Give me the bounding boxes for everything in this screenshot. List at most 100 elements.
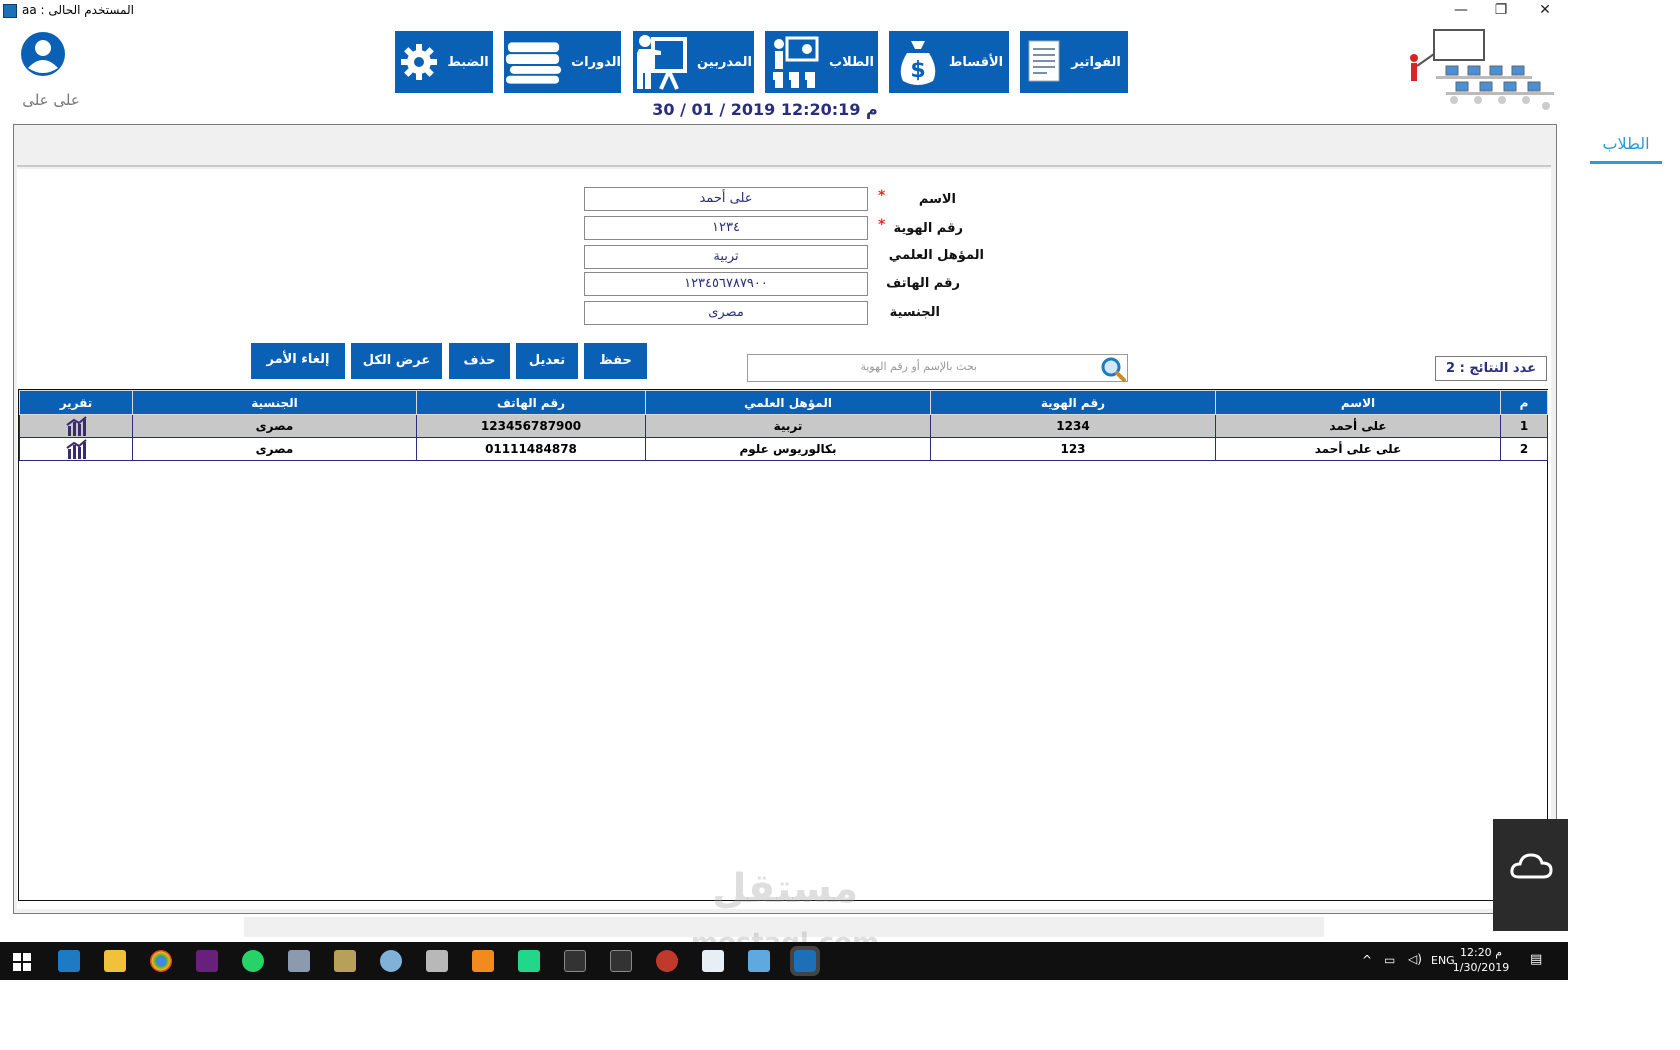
id-number-label: رقم الهوية [893, 221, 963, 236]
notes-icon[interactable] [748, 950, 770, 972]
volume-icon[interactable]: ◁) [1408, 952, 1422, 966]
windows-start-icon[interactable] [13, 953, 31, 971]
user-avatar-icon[interactable] [19, 30, 67, 78]
visual-studio-icon[interactable] [196, 950, 218, 972]
nav-trainers-label: المدربين [697, 54, 752, 70]
nav-students-label: الطلاب [829, 54, 874, 70]
name-cell: على على أحمد [1215, 437, 1501, 461]
show-all-button[interactable]: عرض الكل [351, 343, 442, 379]
phone-label: رقم الهاتف [886, 276, 960, 291]
col-nationality[interactable]: الجنسية [132, 390, 417, 415]
phone-field[interactable]: ١٢٣٤٥٦٧٨٧٩٠٠ [584, 272, 868, 296]
nav-installments-label: الأقساط [948, 54, 1004, 70]
phone-cell: 01111484878 [416, 437, 646, 461]
phone-cell: 123456787900 [416, 414, 646, 438]
col-phone[interactable]: رقم الهاتف [416, 390, 646, 415]
id-number-required-mark: * [878, 217, 886, 233]
nav-students-button[interactable]: الطلاب [765, 31, 878, 93]
tab-students[interactable]: الطلاب [1590, 134, 1662, 164]
paint-icon[interactable] [380, 950, 402, 972]
col-id-number[interactable]: رقم الهوية [930, 390, 1216, 415]
books-stack-icon [505, 42, 562, 84]
id-number-cell: 123 [930, 437, 1216, 461]
edge-icon[interactable] [58, 950, 80, 972]
name-field[interactable]: على أحمد [584, 187, 868, 211]
maximize-button[interactable]: ❐ [1478, 0, 1524, 22]
file-explorer-icon[interactable] [104, 950, 126, 972]
notifications-icon[interactable]: ▤ [1530, 952, 1542, 967]
report-chart-icon[interactable] [65, 439, 87, 459]
classroom-illustration [1406, 28, 1558, 118]
search-icon[interactable] [1099, 356, 1127, 382]
nav-invoices-label: الفواتير [1071, 54, 1121, 70]
name-cell: على أحمد [1215, 414, 1501, 438]
whatsapp-icon[interactable] [242, 950, 264, 972]
number-cell: 1 [1500, 414, 1548, 438]
network-tray-icon[interactable]: ▭ [1384, 953, 1395, 967]
svg-text:$: $ [910, 58, 925, 83]
table-row[interactable]: مصرى 01111484878 بكالوريوس علوم 123 على … [19, 437, 1548, 461]
report-chart-icon[interactable] [65, 416, 87, 436]
students-grid: تقرير الجنسية رقم الهاتف المؤهل العلمي ر… [18, 389, 1548, 901]
grid-header-row: تقرير الجنسية رقم الهاتف المؤهل العلمي ر… [19, 390, 1548, 415]
table-row[interactable]: مصرى 123456787900 تربية 1234 على أحمد 1 [19, 414, 1548, 438]
search-input[interactable]: بحث بالإسم أو رقم الهوية [747, 354, 1128, 382]
terminal-icon[interactable] [564, 950, 586, 972]
id-number-field[interactable]: ١٢٣٤ [584, 216, 868, 240]
col-report[interactable]: تقرير [19, 390, 133, 415]
jupyter-icon[interactable] [472, 950, 494, 972]
close-button[interactable]: ✕ [1522, 0, 1568, 22]
tab-strip [17, 127, 1551, 167]
active-app-icon[interactable] [790, 946, 820, 976]
remote-desktop-icon[interactable] [702, 950, 724, 972]
money-bag-icon: $ [900, 41, 936, 85]
number-cell: 2 [1500, 437, 1548, 461]
tools-icon[interactable] [334, 950, 356, 972]
nationality-label: الجنسية [889, 305, 940, 320]
taskbar-clock[interactable]: 12:20 م 1/30/2019 [1446, 945, 1516, 975]
report-cell[interactable] [19, 414, 133, 438]
nav-courses-button[interactable]: الدورات [504, 31, 621, 93]
nav-invoices-button[interactable]: الفواتير [1020, 31, 1128, 93]
report-cell[interactable] [19, 437, 133, 461]
chrome-icon[interactable] [150, 950, 172, 972]
nav-trainers-button[interactable]: المدربين [633, 31, 754, 93]
watermark-arabic: مستقل [711, 866, 859, 912]
trainer-board-icon [637, 35, 688, 90]
nav-settings-label: الضبط [447, 54, 489, 70]
cancel-button[interactable]: إلغاء الأمر [251, 343, 345, 379]
database-icon[interactable] [426, 950, 448, 972]
nationality-cell: مصرى [132, 414, 417, 438]
nav-courses-label: الدورات [571, 54, 621, 70]
network-icon[interactable] [656, 950, 678, 972]
onedrive-notification[interactable] [1493, 819, 1568, 931]
tray-chevron-icon[interactable]: ^ [1362, 953, 1372, 967]
qualification-cell: بكالوريوس علوم [645, 437, 931, 461]
col-number[interactable]: م [1500, 390, 1548, 415]
cloud-icon [1510, 853, 1553, 879]
nav-settings-button[interactable]: الضبط [395, 31, 493, 93]
gear-icon [401, 44, 438, 80]
qualification-field[interactable]: تربية [584, 245, 868, 269]
col-qualification[interactable]: المؤهل العلمي [645, 390, 931, 415]
app-icon [3, 4, 17, 18]
save-button[interactable]: حفظ [584, 343, 647, 379]
taskbar: ^ ▭ ◁) ENG 12:20 م 1/30/2019 ▤ [0, 942, 1568, 980]
console-icon[interactable] [610, 950, 632, 972]
clock-time: 12:20 م [1459, 946, 1502, 959]
pycharm-icon[interactable] [518, 950, 540, 972]
delete-button[interactable]: حذف [449, 343, 510, 379]
result-count: عدد النتائج : 2 [1435, 356, 1547, 381]
nav-installments-button[interactable]: الأقساط $ [889, 31, 1009, 93]
qualification-cell: تربية [645, 414, 931, 438]
current-datetime: 30 / 01 / 2019 12:20:19 م [652, 100, 878, 119]
invoice-document-icon [1028, 40, 1060, 82]
edit-button[interactable]: تعديل [516, 343, 578, 379]
name-label: الاسم [918, 192, 956, 207]
window-title: المستخدم الحالى : aa [22, 3, 134, 17]
students-presentation-icon [773, 36, 819, 88]
nationality-field[interactable]: مصرى [584, 301, 868, 325]
settings-gears-icon[interactable] [288, 950, 310, 972]
name-required-mark: * [878, 188, 886, 204]
col-name[interactable]: الاسم [1215, 390, 1501, 415]
